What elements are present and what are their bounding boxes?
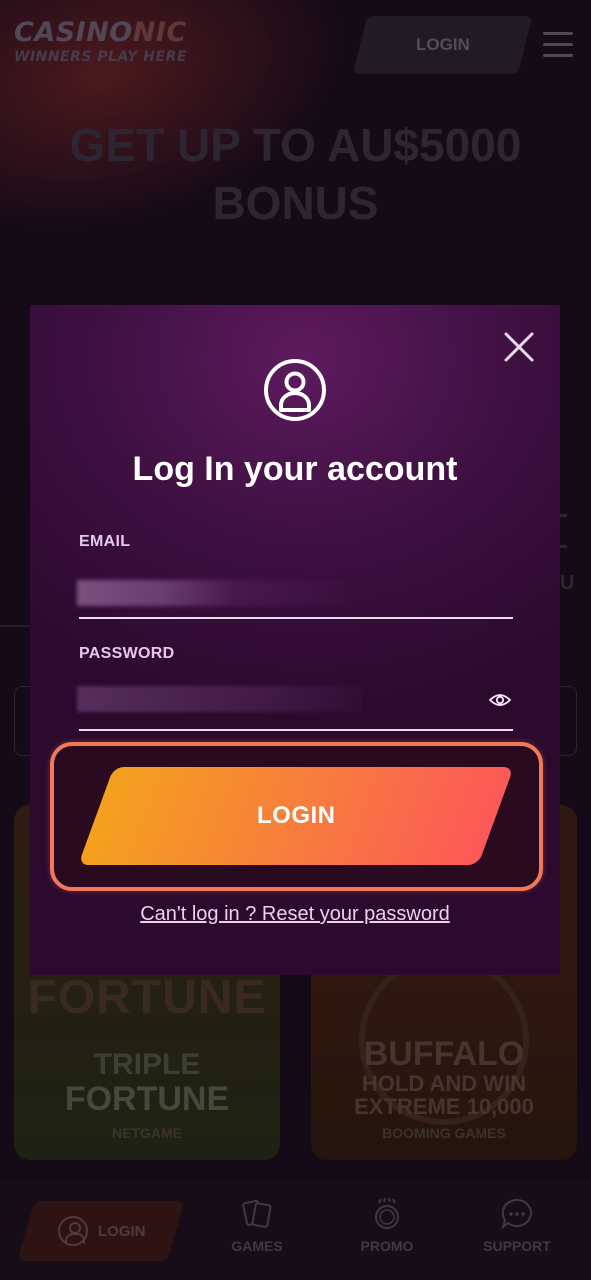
password-field[interactable] [79, 687, 513, 731]
user-icon [264, 359, 326, 421]
email-field[interactable] [79, 575, 513, 619]
login-modal: Log In your account EMAIL PASSWORD LOGIN… [30, 305, 560, 975]
password-label: PASSWORD [79, 645, 175, 662]
close-icon[interactable] [502, 330, 536, 364]
login-button-label: LOGIN [256, 802, 336, 829]
eye-icon[interactable] [488, 691, 512, 709]
modal-title: Log In your account [132, 450, 458, 488]
reset-password-link[interactable]: Can't log in ? Reset your password [30, 903, 560, 926]
email-label: EMAIL [79, 533, 131, 550]
login-button[interactable]: LOGIN [78, 767, 514, 865]
